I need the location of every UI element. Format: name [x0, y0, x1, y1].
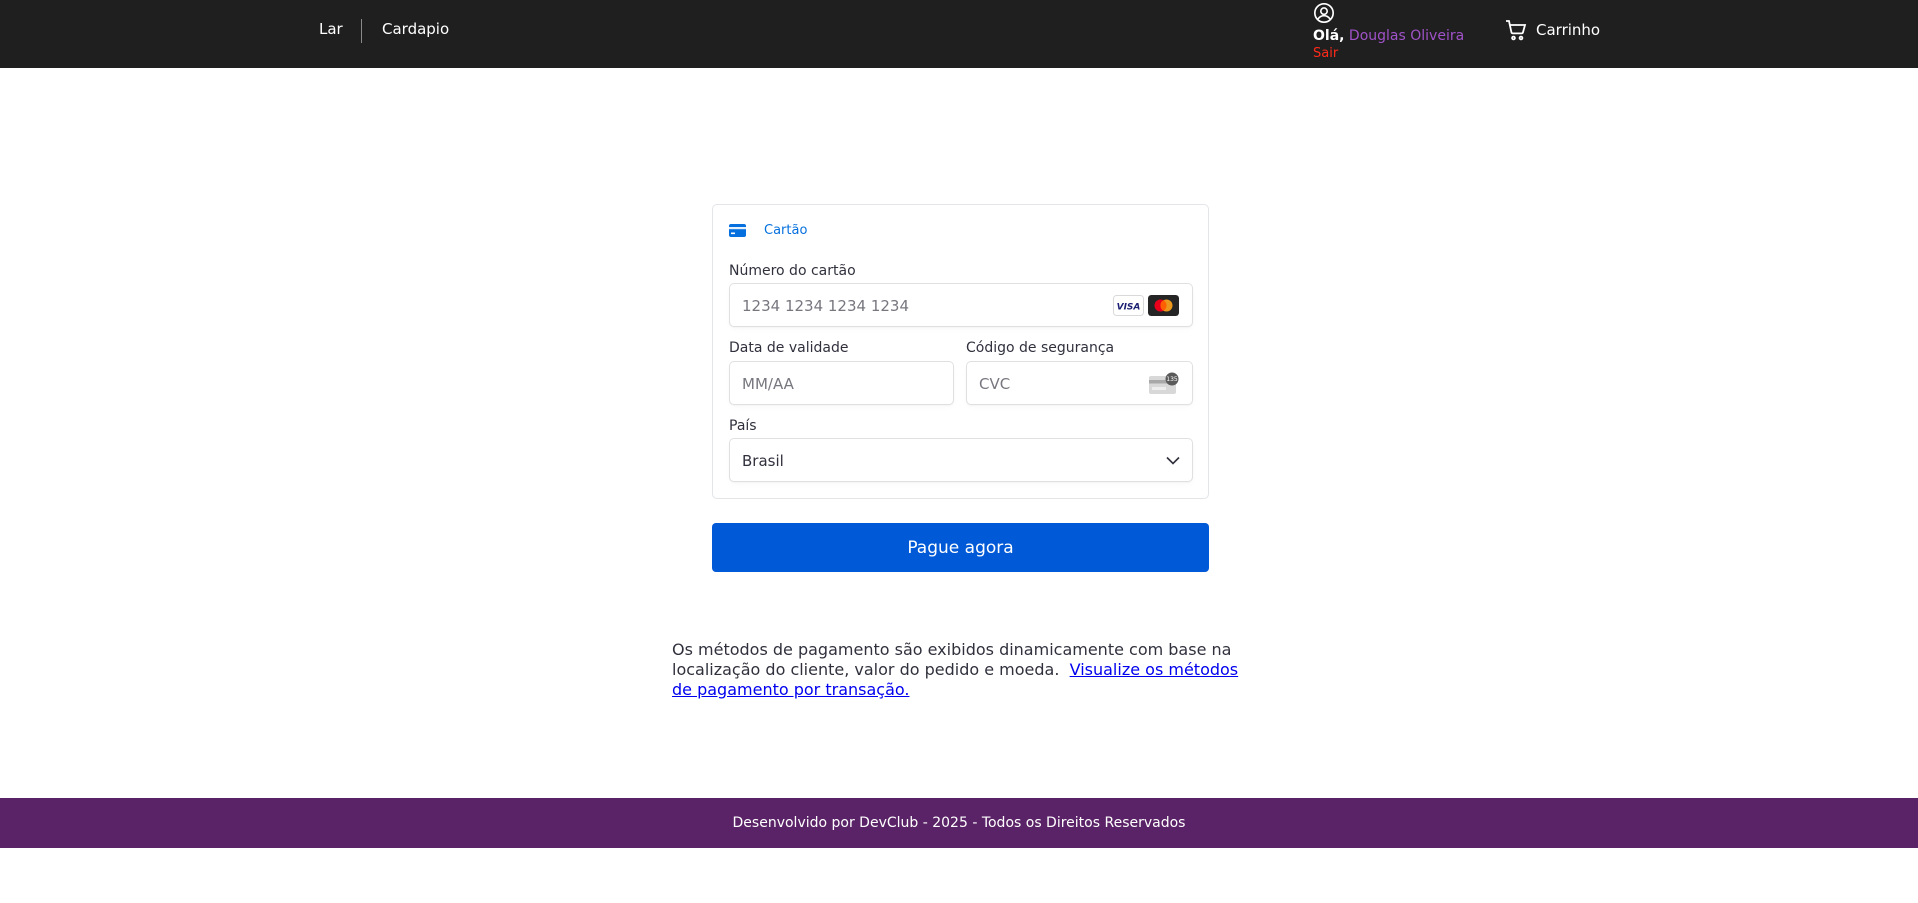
- expiry-input[interactable]: MM/AA: [729, 361, 954, 405]
- user-name: Douglas Oliveira: [1348, 28, 1465, 44]
- cart-label: Carrinho: [1536, 21, 1601, 39]
- expiry-placeholder: MM/AA: [742, 375, 794, 393]
- svg-text:VISA: VISA: [1117, 303, 1141, 313]
- tab-card-label: Cartão: [764, 223, 808, 238]
- user-greeting: Olá, Douglas Oliveira: [1313, 28, 1464, 44]
- logout-link[interactable]: Sair: [1313, 46, 1338, 61]
- greeting-text: Olá,: [1313, 28, 1345, 44]
- card-number-label: Número do cartão: [729, 263, 856, 279]
- payment-form: Cartão Número do cartão 1234 1234 1234 1…: [712, 204, 1209, 499]
- cart-button[interactable]: Carrinho: [1504, 18, 1600, 42]
- footer: Desenvolvido por DevClub - 2025 - Todos …: [0, 798, 1918, 848]
- pay-now-button[interactable]: Pague agora: [712, 523, 1209, 572]
- shopping-cart-icon: [1506, 20, 1527, 41]
- card-number-placeholder: 1234 1234 1234 1234: [742, 297, 909, 315]
- country-select[interactable]: Brasil: [729, 438, 1193, 482]
- tab-card[interactable]: Cartão: [729, 223, 807, 238]
- chevron-down-icon: [1166, 456, 1180, 465]
- country-label: País: [729, 418, 757, 434]
- cvc-badge-text: 135: [1166, 376, 1178, 383]
- card-number-input[interactable]: 1234 1234 1234 1234 VISA: [729, 283, 1193, 327]
- nav-link-menu[interactable]: Cardapio: [382, 20, 449, 38]
- cvc-input[interactable]: CVC 135: [966, 361, 1193, 405]
- credit-card-icon: [729, 224, 746, 237]
- top-navbar: Lar Cardapio Olá, Douglas Oliveira Sair …: [0, 0, 1918, 68]
- mastercard-icon: [1148, 295, 1179, 316]
- cvc-placeholder: CVC: [979, 375, 1011, 393]
- country-value: Brasil: [742, 452, 784, 470]
- user-circle-icon: [1314, 3, 1334, 23]
- cvc-card-icon: 135: [1149, 372, 1179, 394]
- visa-icon: VISA: [1113, 295, 1144, 316]
- cvc-label: Código de segurança: [966, 340, 1115, 356]
- footer-text: Desenvolvido por DevClub - 2025 - Todos …: [732, 815, 1186, 831]
- nav-divider: [361, 19, 362, 43]
- expiry-label: Data de validade: [729, 340, 849, 356]
- payment-methods-info: Os métodos de pagamento são exibidos din…: [672, 640, 1252, 700]
- nav-link-home[interactable]: Lar: [319, 20, 343, 38]
